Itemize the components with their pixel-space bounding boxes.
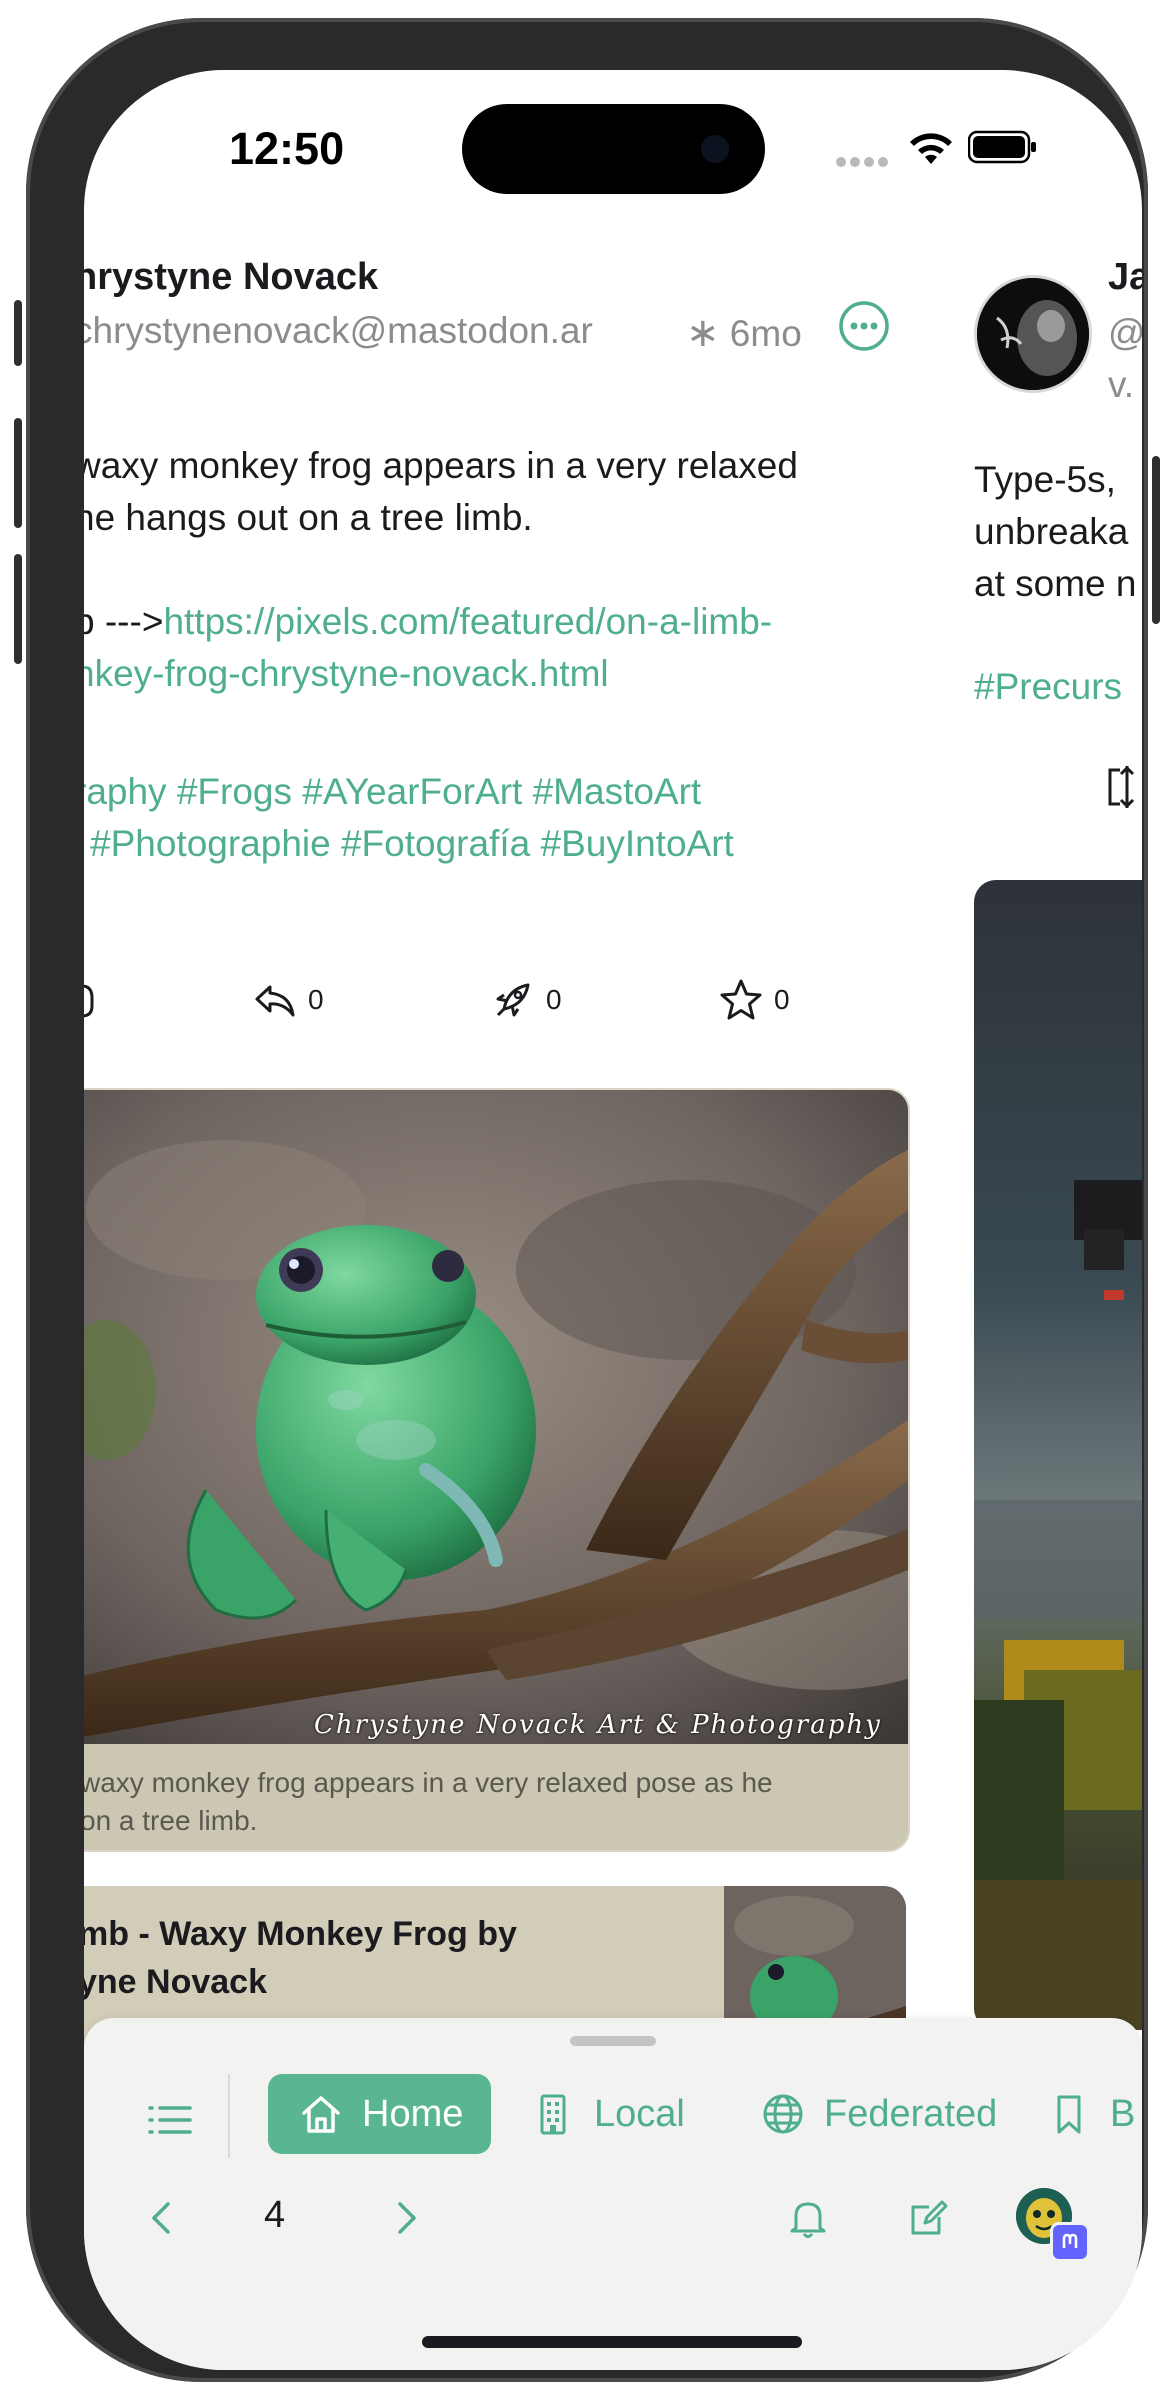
list-icon[interactable]	[138, 2088, 202, 2152]
power-button	[1152, 456, 1160, 624]
chevron-right-icon	[398, 2202, 416, 2234]
building-icon	[540, 2094, 566, 2135]
pagination-row: 4	[84, 2178, 1142, 2262]
bell-icon	[790, 2202, 826, 2238]
tab-bookmarks[interactable]: B	[1046, 2074, 1135, 2154]
volume-up-button	[14, 418, 22, 528]
compose-icon	[911, 2200, 948, 2235]
tab-federated[interactable]: Federated	[760, 2074, 997, 2154]
favorite-button[interactable]: 0	[718, 970, 790, 1030]
photo-watermark: Chrystyne Novack Art & Photography	[314, 1710, 882, 1740]
alt-text-line: on a tree limb.	[84, 1805, 258, 1836]
mute-switch	[14, 300, 22, 366]
timeline-column-left: hrystyne Novack chrystynenovack@mastodon…	[84, 70, 910, 2086]
boost-count: 0	[546, 984, 562, 1015]
avatar-image	[977, 278, 1089, 390]
link-prefix: b --->	[84, 601, 164, 642]
home-icon	[302, 2096, 340, 2133]
home-indicator[interactable]	[422, 2336, 802, 2348]
tab-home-label: Home	[362, 2092, 464, 2135]
post-time: ∗ 6mo	[686, 310, 802, 356]
tab-federated-label: Federated	[824, 2092, 998, 2135]
chevron-left-icon	[152, 2202, 170, 2234]
toolbar-divider	[228, 2074, 230, 2158]
post-text-line: Type-5s,	[974, 459, 1116, 500]
screen: 12:50 hrystyne Novack chrystynenovack@ma…	[84, 70, 1142, 2370]
reply-button[interactable]: 0	[252, 970, 324, 1030]
sheet-grabber[interactable]	[570, 2036, 656, 2046]
previous-page-button[interactable]	[130, 2186, 194, 2250]
author-avatar[interactable]	[974, 275, 1092, 393]
rocket-icon	[496, 983, 530, 1017]
hashtags: raphy #Frogs #AYearForArt #MastoArt #Pho…	[84, 766, 734, 870]
compose-button[interactable]	[896, 2186, 960, 2250]
media-attachment-image[interactable]	[974, 880, 1142, 2030]
boost-button[interactable]: 0	[490, 970, 562, 1030]
reply-count: 0	[308, 984, 324, 1015]
asterisk-icon: ∗	[686, 311, 720, 355]
post-time-label: 6mo	[729, 313, 802, 354]
reply-icon	[255, 985, 295, 1017]
author-handle[interactable]: @	[1108, 312, 1142, 354]
tab-local-label: Local	[594, 2092, 685, 2135]
mastodon-badge-icon	[1050, 2222, 1090, 2262]
expand-icon[interactable]	[1102, 762, 1142, 812]
link-preview-title: mb - Waxy Monkey Frog by yne Novack	[84, 1910, 698, 2006]
post-content: Type-5s, unbreaka at some n	[974, 454, 1136, 610]
next-page-button[interactable]	[374, 2186, 438, 2250]
post-text-line: at some n	[974, 563, 1137, 604]
hashtag-line[interactable]: #Photographie #Fotografía #BuyIntoArt	[84, 818, 734, 870]
post-link-continuation[interactable]: nkey-frog-chrystyne-novack.html	[84, 648, 904, 700]
tab-home[interactable]: Home	[268, 2074, 492, 2154]
frog-photo[interactable]	[84, 1090, 908, 1744]
author-name[interactable]: Ja	[1108, 256, 1142, 299]
post-link-line: b --->https://pixels.com/featured/on-a-l…	[84, 596, 904, 648]
page-number: 4	[264, 2194, 286, 2236]
favorite-count: 0	[774, 984, 790, 1015]
post-text-line: he hangs out on a tree limb.	[84, 497, 533, 538]
author-name[interactable]: hrystyne Novack	[84, 256, 378, 299]
star-icon	[720, 979, 762, 1020]
link-title-line: mb - Waxy Monkey Frog by	[84, 1915, 517, 1953]
volume-down-button	[14, 554, 22, 664]
tab-local[interactable]: Local	[530, 2074, 685, 2154]
phone-frame: 12:50 hrystyne Novack chrystynenovack@ma…	[14, 18, 1160, 2382]
post-text-line: waxy monkey frog appears in a very relax…	[84, 445, 798, 486]
more-options-icon[interactable]	[838, 300, 890, 352]
alt-text-line: waxy monkey frog appears in a very relax…	[84, 1767, 773, 1798]
post-actions: 0 0 0	[84, 970, 904, 1030]
hashtag-line[interactable]: raphy #Frogs #AYearForArt #MastoArt	[84, 766, 734, 818]
timeline-column-right: Ja @ v. Type-5s, unbreaka at some n #Pre…	[974, 70, 1142, 2030]
post-content: waxy monkey frog appears in a very relax…	[84, 440, 904, 700]
globe-icon	[763, 2094, 803, 2134]
author-handle[interactable]: chrystynenovack@mastodon.ar	[84, 310, 593, 352]
notifications-button[interactable]	[776, 2186, 840, 2250]
wifi-icon	[910, 133, 952, 164]
author-handle-continuation: v.	[1108, 364, 1135, 405]
media-attachment[interactable]: Chrystyne Novack Art & Photography waxy …	[84, 1088, 910, 1852]
post-link[interactable]: https://pixels.com/featured/on-a-limb-	[163, 601, 772, 642]
context-icon[interactable]	[84, 978, 100, 1024]
link-title-line: yne Novack	[84, 1963, 267, 2001]
media-alt-text: waxy monkey frog appears in a very relax…	[84, 1764, 880, 1840]
tab-bookmarks-label: B	[1110, 2092, 1136, 2135]
post-text-line: unbreaka	[974, 511, 1129, 552]
hashtag[interactable]: #Precurs	[974, 666, 1122, 708]
bottom-toolbar: Home Local Federated B 4	[84, 2018, 1142, 2370]
bookmark-icon	[1057, 2095, 1081, 2134]
